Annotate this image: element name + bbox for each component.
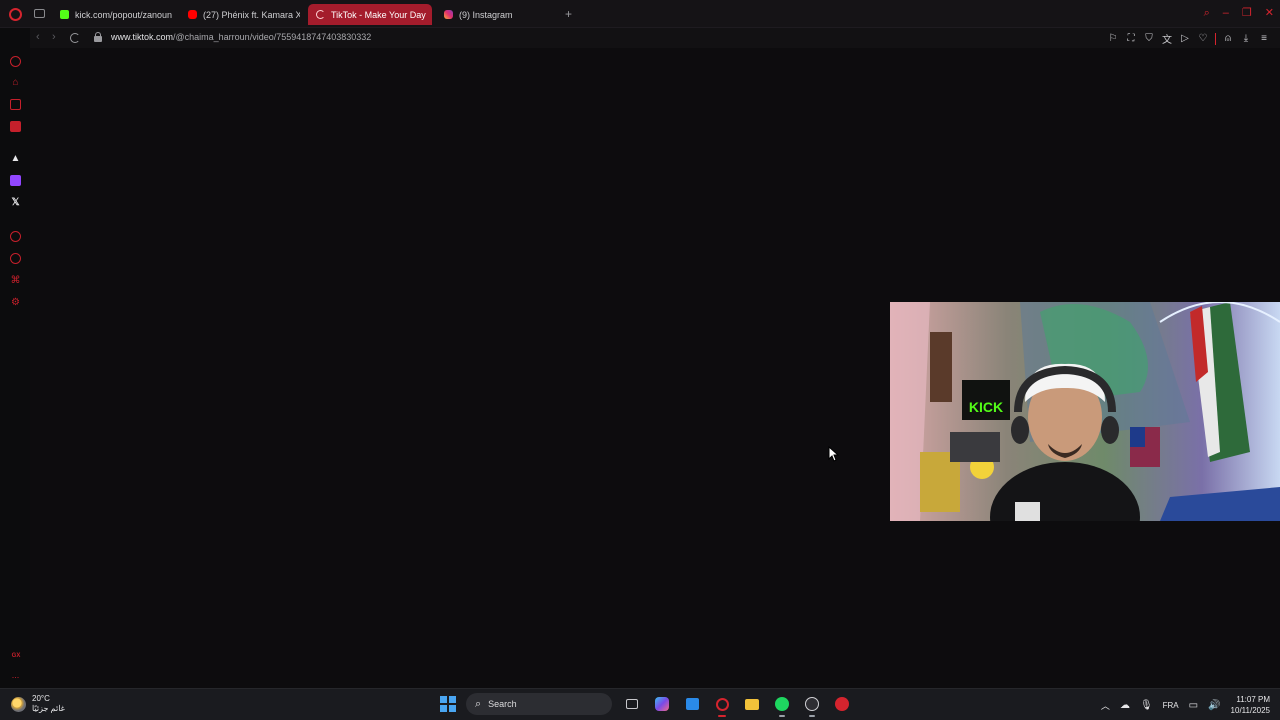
spotify-icon[interactable] bbox=[772, 694, 792, 717]
lock-icon[interactable] bbox=[94, 32, 102, 42]
svg-text:KICK: KICK bbox=[969, 399, 1003, 415]
pinboard-icon[interactable]: ⌘ bbox=[10, 275, 21, 286]
address-bar: ‹ › www.tiktok.com/@chaima_harroun/video… bbox=[30, 28, 1280, 48]
opera-gx-taskbar-icon[interactable] bbox=[712, 694, 732, 717]
new-tab-button[interactable]: + bbox=[565, 8, 572, 20]
reload-icon[interactable] bbox=[70, 33, 80, 43]
messenger-icon[interactable] bbox=[10, 99, 21, 110]
weather-icon bbox=[11, 696, 26, 712]
shield-icon[interactable]: ⛉ bbox=[1143, 33, 1155, 44]
obs-icon[interactable] bbox=[802, 694, 822, 717]
m-icon[interactable] bbox=[10, 121, 21, 132]
address-tools: ⚐ ⛶ ⛉ 文 ▷ ♡ ⍝ ⤓ ≡ bbox=[1107, 31, 1270, 46]
url-path: /@chaima_harroun/video/75594187474038303… bbox=[173, 32, 372, 42]
profile-icon[interactable]: ⍝ bbox=[1222, 33, 1234, 44]
tab-label: TikTok - Make Your Day bbox=[331, 9, 426, 20]
close-button[interactable]: ✕ bbox=[1265, 7, 1274, 19]
app-red-icon[interactable] bbox=[832, 694, 852, 714]
instagram-favicon-icon bbox=[444, 10, 453, 19]
player-icon[interactable] bbox=[10, 231, 21, 242]
tab-label: kick.com/popout/zanoun bbox=[75, 9, 172, 20]
menu-icon[interactable]: ≡ bbox=[1258, 33, 1270, 44]
tab-youtube[interactable]: (27) Phénix ft. Kamara X bbox=[180, 4, 300, 25]
bookmark-icon[interactable]: ⚐ bbox=[1107, 33, 1119, 44]
tab-tiktok[interactable]: TikTok - Make Your Day bbox=[308, 4, 432, 25]
aria-icon[interactable]: ▲ bbox=[10, 153, 21, 164]
search-icon: ⌕ bbox=[475, 697, 482, 710]
time: 11:07 PM bbox=[1236, 695, 1270, 704]
opera-menu-icon[interactable] bbox=[9, 8, 22, 21]
webcam-overlay: KICK bbox=[890, 302, 1280, 521]
microphone-icon[interactable]: 🎙 bbox=[1140, 700, 1153, 711]
play-icon[interactable]: ▷ bbox=[1179, 33, 1191, 44]
copilot-icon[interactable] bbox=[652, 694, 672, 714]
taskbar-search[interactable]: ⌕ Search bbox=[466, 693, 612, 715]
kick-favicon-icon bbox=[60, 10, 69, 19]
weather-widget[interactable]: 20°C غائم جزئيًا bbox=[11, 694, 65, 714]
mouse-cursor-icon bbox=[828, 446, 839, 462]
browser-window: kick.com/popout/zanoun (27) Phénix ft. K… bbox=[0, 0, 1280, 688]
clock[interactable]: 11:07 PM 10/11/2025 bbox=[1231, 694, 1270, 716]
opera-control-icon[interactable] bbox=[10, 56, 21, 67]
settings-icon[interactable]: ⚙ bbox=[10, 297, 21, 308]
store-icon[interactable] bbox=[682, 694, 702, 714]
back-icon[interactable]: ‹ bbox=[36, 31, 40, 43]
loading-spinner-icon bbox=[316, 10, 325, 19]
search-tabs-icon[interactable]: ⌕ bbox=[1204, 7, 1210, 19]
tab-instagram[interactable]: (9) Instagram bbox=[436, 4, 556, 25]
twitch-icon[interactable] bbox=[10, 175, 21, 186]
webcam-video: KICK bbox=[890, 302, 1280, 521]
temperature: 20°C bbox=[32, 694, 50, 703]
taskbar: 20°C غائم جزئيًا ⌕ Search ︿ ☁ 🎙 FRA ▭ 🔊 … bbox=[0, 688, 1280, 720]
start-button[interactable] bbox=[440, 696, 456, 712]
search-label: Search bbox=[488, 699, 517, 709]
x-icon[interactable]: 𝕏 bbox=[10, 197, 21, 208]
sidebar: ⌂ ▲ 𝕏 ⌘ ⚙ GX ... bbox=[0, 48, 30, 688]
url-field[interactable]: www.tiktok.com/@chaima_harroun/video/755… bbox=[111, 32, 371, 42]
language-indicator[interactable]: FRA bbox=[1163, 701, 1179, 710]
network-icon[interactable]: ▭ bbox=[1189, 700, 1198, 711]
file-explorer-icon[interactable] bbox=[742, 694, 762, 714]
snapshot-icon[interactable]: ⛶ bbox=[1125, 33, 1137, 44]
download-icon[interactable]: ⤓ bbox=[1240, 33, 1252, 44]
toolbar-divider bbox=[1215, 32, 1216, 45]
taskbar-apps: ⌕ Search bbox=[440, 693, 852, 717]
maximize-button[interactable]: ❐ bbox=[1242, 7, 1252, 19]
forward-icon[interactable]: › bbox=[52, 31, 56, 43]
workspaces-icon[interactable] bbox=[34, 9, 45, 18]
youtube-favicon-icon bbox=[188, 10, 197, 19]
tab-bar: kick.com/popout/zanoun (27) Phénix ft. K… bbox=[0, 0, 1280, 28]
date: 10/11/2025 bbox=[1230, 706, 1270, 715]
task-view-icon[interactable] bbox=[622, 694, 642, 714]
tab-label: (27) Phénix ft. Kamara X bbox=[203, 9, 300, 20]
url-host: www.tiktok.com bbox=[111, 32, 174, 42]
chevron-up-icon[interactable]: ︿ bbox=[1101, 699, 1110, 712]
tab-label: (9) Instagram bbox=[459, 9, 513, 20]
extensions-icon[interactable]: ⌂ bbox=[10, 77, 21, 88]
weather-description: غائم جزئيًا bbox=[32, 704, 65, 713]
minimize-button[interactable]: – bbox=[1223, 7, 1229, 19]
tab-kick[interactable]: kick.com/popout/zanoun bbox=[52, 4, 172, 25]
gx-icon[interactable]: GX bbox=[9, 651, 23, 662]
more-icon[interactable]: ... bbox=[10, 670, 21, 681]
history-icon[interactable] bbox=[10, 253, 21, 264]
window-controls: ⌕ – ❐ ✕ bbox=[1204, 7, 1274, 19]
heart-icon[interactable]: ♡ bbox=[1197, 33, 1209, 44]
translate-icon[interactable]: 文 bbox=[1161, 31, 1173, 46]
system-tray: ︿ ☁ 🎙 FRA ▭ 🔊 11:07 PM 10/11/2025 bbox=[1101, 694, 1270, 716]
volume-icon[interactable]: 🔊 bbox=[1208, 700, 1220, 711]
cloud-icon[interactable]: ☁ bbox=[1120, 700, 1130, 711]
